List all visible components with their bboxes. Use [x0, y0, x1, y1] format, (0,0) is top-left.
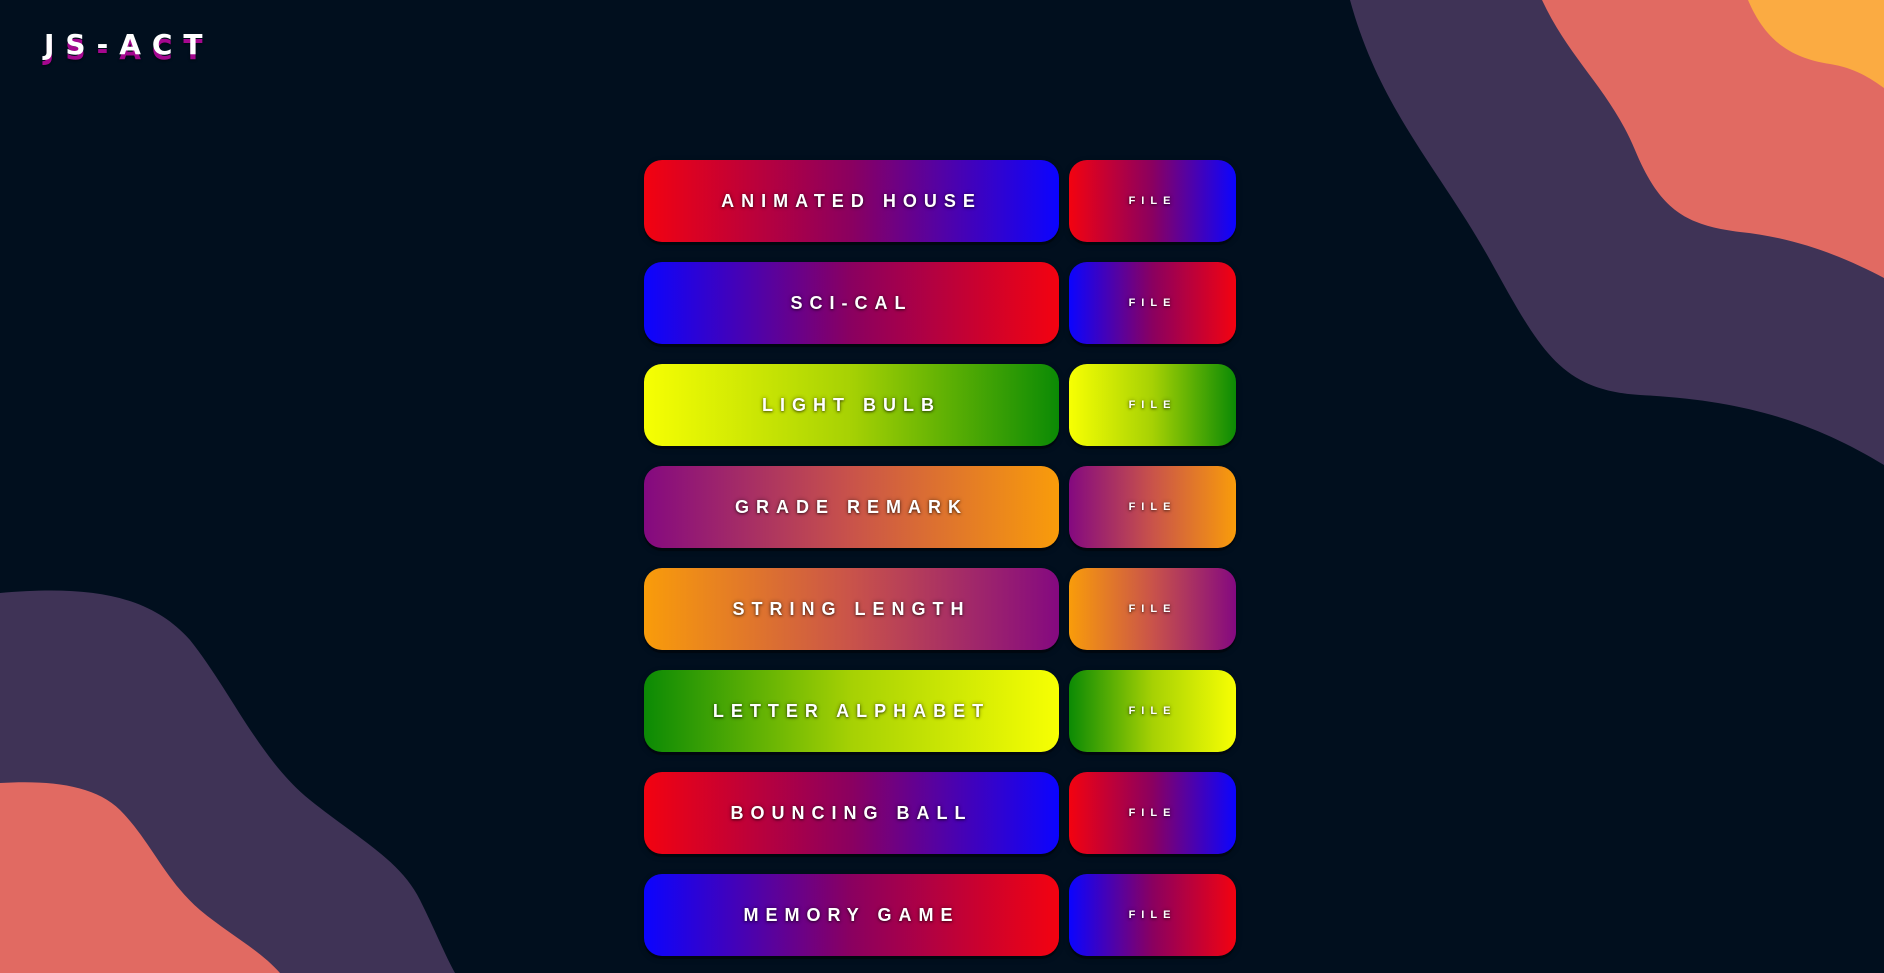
project-row-animated-house: ANIMATED HOUSE FILE — [644, 160, 1238, 242]
project-row-light-bulb: LIGHT BULB FILE — [644, 364, 1238, 446]
project-row-letter-alphabet: LETTER ALPHABET FILE — [644, 670, 1238, 752]
project-list: ANIMATED HOUSE FILE SCI-CAL FILE LIGHT B… — [644, 160, 1238, 973]
project-row-sci-cal: SCI-CAL FILE — [644, 262, 1238, 344]
file-button-bouncing-ball[interactable]: FILE — [1069, 772, 1236, 854]
file-button-memory-game[interactable]: FILE — [1069, 874, 1236, 956]
project-button-sci-cal[interactable]: SCI-CAL — [644, 262, 1059, 344]
blob-top-right-coral — [1542, 0, 1884, 278]
file-button-string-length[interactable]: FILE — [1069, 568, 1236, 650]
blob-top-right-purple — [1350, 0, 1884, 465]
file-button-animated-house[interactable]: FILE — [1069, 160, 1236, 242]
project-row-memory-game: MEMORY GAME FILE — [644, 874, 1238, 956]
file-button-grade-remark[interactable]: FILE — [1069, 466, 1236, 548]
file-button-light-bulb[interactable]: FILE — [1069, 364, 1236, 446]
project-button-animated-house[interactable]: ANIMATED HOUSE — [644, 160, 1059, 242]
project-button-string-length[interactable]: STRING LENGTH — [644, 568, 1059, 650]
file-button-letter-alphabet[interactable]: FILE — [1069, 670, 1236, 752]
file-button-sci-cal[interactable]: FILE — [1069, 262, 1236, 344]
project-button-memory-game[interactable]: MEMORY GAME — [644, 874, 1059, 956]
project-row-grade-remark: GRADE REMARK FILE — [644, 466, 1238, 548]
blob-bottom-left-purple — [0, 590, 455, 973]
project-row-string-length: STRING LENGTH FILE — [644, 568, 1238, 650]
blob-top-right-orange — [1748, 0, 1884, 88]
project-row-bouncing-ball: BOUNCING BALL FILE — [644, 772, 1238, 854]
project-button-light-bulb[interactable]: LIGHT BULB — [644, 364, 1059, 446]
blob-bottom-left-coral — [0, 782, 280, 973]
project-button-grade-remark[interactable]: GRADE REMARK — [644, 466, 1059, 548]
project-button-letter-alphabet[interactable]: LETTER ALPHABET — [644, 670, 1059, 752]
logo[interactable]: JS-ACT — [44, 28, 214, 61]
project-button-bouncing-ball[interactable]: BOUNCING BALL — [644, 772, 1059, 854]
page: JS-ACT ANIMATED HOUSE FILE SCI-CAL FILE … — [0, 0, 1884, 973]
